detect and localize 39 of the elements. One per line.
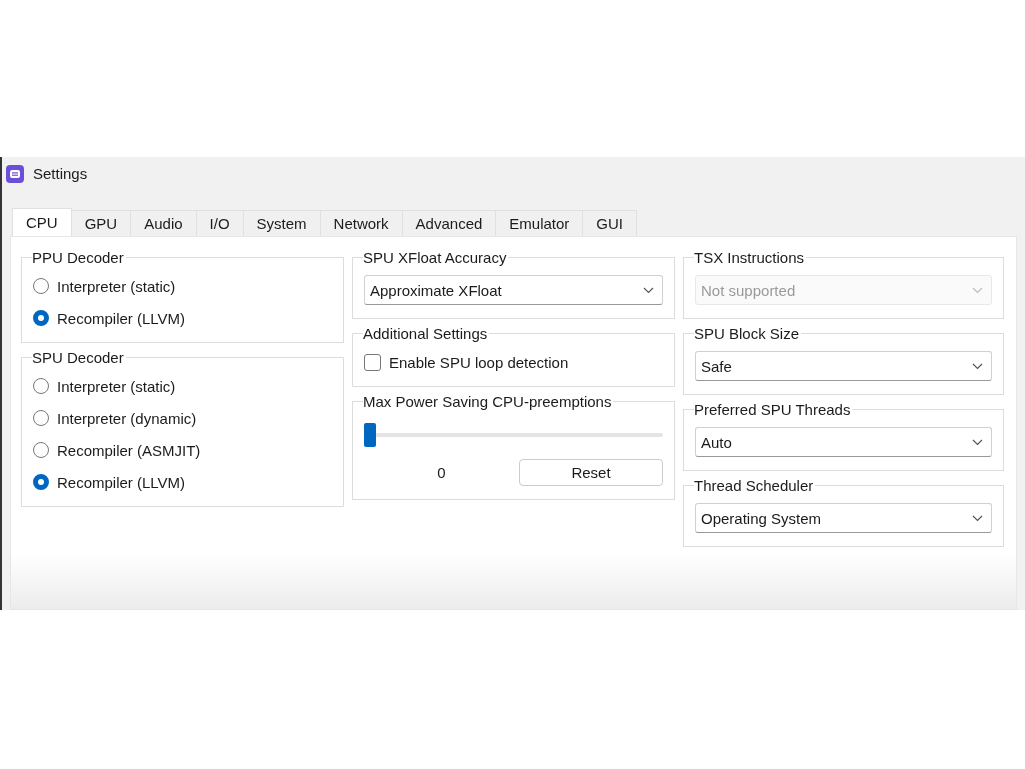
group-title: SPU Block Size <box>694 325 801 342</box>
chevron-down-icon <box>972 362 983 370</box>
window-title: Settings <box>33 165 88 182</box>
chevron-down-icon <box>972 438 983 446</box>
group-title: Preferred SPU Threads <box>694 401 852 418</box>
group-title: SPU Decoder <box>32 349 125 366</box>
chevron-down-icon <box>972 286 983 294</box>
checkbox-label[interactable]: Enable SPU loop detection <box>389 353 569 371</box>
app-icon <box>6 164 24 183</box>
group-title: TSX Instructions <box>694 249 806 266</box>
radio-button[interactable] <box>33 474 49 490</box>
group-title: SPU XFloat Accuracy <box>363 249 508 266</box>
slider-value: 0 <box>436 464 447 481</box>
radio-button[interactable] <box>33 410 49 426</box>
tab[interactable]: CPU <box>12 208 72 236</box>
chevron-down-icon <box>972 514 983 522</box>
dropdown[interactable]: Auto <box>695 427 992 457</box>
radio-label[interactable]: Interpreter (dynamic) <box>57 409 197 427</box>
dropdown[interactable]: Operating System <box>695 503 992 533</box>
reset-button[interactable]: Reset <box>519 459 663 486</box>
group-title: PPU Decoder <box>32 249 125 266</box>
tab[interactable]: GUI <box>582 210 638 236</box>
dropdown[interactable]: Approximate XFloat <box>364 275 663 305</box>
radio-label[interactable]: Interpreter (static) <box>57 277 176 295</box>
radio-button[interactable] <box>33 442 49 458</box>
slider[interactable] <box>364 423 663 447</box>
chevron-down-icon <box>643 286 654 294</box>
radio-button[interactable] <box>33 278 49 294</box>
radio-button[interactable] <box>33 310 49 326</box>
radio-button[interactable] <box>33 378 49 394</box>
group-title: Thread Scheduler <box>694 477 815 494</box>
group-title: Additional Settings <box>363 325 489 342</box>
radio-label[interactable]: Recompiler (LLVM) <box>57 473 186 491</box>
radio-label[interactable]: Recompiler (LLVM) <box>57 309 186 327</box>
group-title: Max Power Saving CPU-preemptions <box>363 393 613 410</box>
checkbox[interactable] <box>364 353 381 371</box>
radio-label[interactable]: Recompiler (ASMJIT) <box>57 441 201 459</box>
radio-label[interactable]: Interpreter (static) <box>57 377 176 395</box>
dropdown[interactable]: Safe <box>695 351 992 381</box>
